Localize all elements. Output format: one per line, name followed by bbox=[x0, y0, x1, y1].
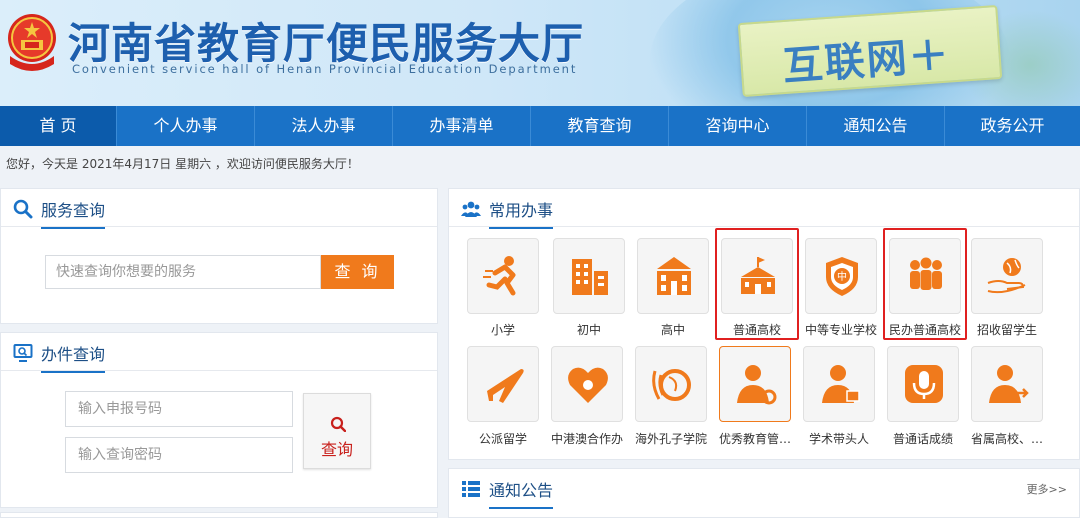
tile-senior-high[interactable] bbox=[637, 238, 709, 314]
case-query-label: 查询 bbox=[320, 440, 353, 459]
tile-label: 优秀教育管… bbox=[718, 432, 791, 446]
nav-personal[interactable]: 个人办事 bbox=[117, 106, 255, 146]
running-child-icon bbox=[483, 256, 516, 296]
person-gear-icon bbox=[737, 365, 777, 405]
svg-text:中: 中 bbox=[837, 270, 847, 283]
nav-notice[interactable]: 通知公告 bbox=[807, 106, 945, 146]
highlight-box bbox=[883, 228, 967, 340]
panel-header: 服务查询 bbox=[1, 189, 437, 229]
panel-header: 常用办事 bbox=[449, 189, 1079, 229]
notice-panel: 通知公告 更多>> bbox=[448, 468, 1080, 518]
highlight-box bbox=[715, 228, 799, 340]
tile-hk-macau-coop[interactable] bbox=[551, 346, 623, 422]
nav-gov-open[interactable]: 政务公开 bbox=[945, 106, 1080, 146]
shield-icon: 中 bbox=[826, 257, 858, 296]
tile-label: 初中 bbox=[576, 323, 601, 337]
national-emblem-icon bbox=[8, 14, 56, 71]
service-search-button[interactable]: 查 询 bbox=[321, 255, 394, 289]
tile-provincial-university[interactable] bbox=[971, 346, 1043, 422]
tile-mandarin-score[interactable] bbox=[887, 346, 959, 422]
search-icon bbox=[330, 416, 346, 432]
case-query-button[interactable]: 查询 bbox=[303, 393, 371, 469]
tile-label: 高中 bbox=[660, 323, 685, 337]
tile-label: 招收留学生 bbox=[976, 323, 1037, 337]
site-subtitle: Convenient service hall of Henan Provinc… bbox=[72, 62, 578, 76]
tile-label: 中等专业学校 bbox=[804, 323, 877, 337]
search-icon bbox=[13, 199, 33, 219]
site-header: 河南省教育厅便民服务大厅 Convenient service hall of … bbox=[0, 0, 1080, 106]
tile-label: 普通话成绩 bbox=[892, 432, 953, 446]
notice-more-link[interactable]: 更多>> bbox=[1027, 481, 1067, 497]
person-book-icon bbox=[822, 365, 860, 403]
panel-title: 服务查询 bbox=[41, 197, 106, 229]
nav-home[interactable]: 首 页 bbox=[0, 106, 117, 146]
airplane-icon bbox=[487, 369, 524, 403]
tile-confucius-institute[interactable] bbox=[635, 346, 707, 422]
globe-hand-icon bbox=[987, 258, 1026, 294]
panel-title: 常用办事 bbox=[489, 197, 554, 229]
school-building-icon bbox=[657, 257, 691, 295]
nav-edu-query[interactable]: 教育查询 bbox=[531, 106, 669, 146]
greeting-text: 您好，今天是 2021年4月17日 星期六 ，欢迎访问便民服务大厅！ bbox=[6, 157, 359, 171]
microphone-icon bbox=[905, 365, 943, 403]
tile-foreign-students[interactable] bbox=[971, 238, 1043, 314]
building-icon bbox=[572, 259, 608, 295]
tile-excellent-education[interactable] bbox=[719, 346, 791, 422]
person-arrow-icon bbox=[989, 365, 1029, 403]
tile-label: 学术带头人 bbox=[808, 432, 869, 446]
monitor-search-icon bbox=[13, 344, 33, 362]
nav-consult[interactable]: 咨询中心 bbox=[669, 106, 807, 146]
nav-legal[interactable]: 法人办事 bbox=[255, 106, 393, 146]
apply-number-input[interactable]: 输入申报号码 bbox=[65, 391, 293, 427]
panel-title: 办件查询 bbox=[41, 341, 106, 373]
next-panel-stub bbox=[0, 512, 438, 518]
main-nav: 首 页 个人办事 法人办事 办事清单 教育查询 咨询中心 通知公告 政务公开 bbox=[0, 106, 1080, 146]
tile-junior-high[interactable] bbox=[553, 238, 625, 314]
case-query-panel: 办件查询 输入申报号码 输入查询密码 查询 bbox=[0, 332, 438, 508]
tile-study-abroad[interactable] bbox=[467, 346, 539, 422]
panel-title: 通知公告 bbox=[489, 477, 554, 509]
tile-label: 省属高校、… bbox=[970, 432, 1043, 446]
tile-primary-school[interactable] bbox=[467, 238, 539, 314]
nav-checklist[interactable]: 办事清单 bbox=[393, 106, 531, 146]
tile-academic-leader[interactable] bbox=[803, 346, 875, 422]
heart-handshake-icon bbox=[568, 367, 608, 403]
tile-label: 小学 bbox=[490, 323, 515, 337]
list-icon bbox=[462, 481, 480, 497]
globe-wave-icon bbox=[652, 369, 691, 401]
panel-header: 办件查询 bbox=[1, 333, 437, 373]
query-password-input[interactable]: 输入查询密码 bbox=[65, 437, 293, 473]
people-icon bbox=[461, 201, 481, 217]
service-query-panel: 服务查询 快速查询你想要的服务 查 询 bbox=[0, 188, 438, 324]
sign-text: 互联网＋ bbox=[781, 32, 953, 91]
tile-label: 海外孔子学院 bbox=[634, 432, 707, 446]
tile-label: 公派留学 bbox=[478, 432, 527, 446]
panel-header: 通知公告 bbox=[449, 469, 1079, 509]
tile-vocational-school[interactable]: 中 bbox=[805, 238, 877, 314]
tile-label: 中港澳合作办 bbox=[550, 432, 623, 446]
service-search-input[interactable]: 快速查询你想要的服务 bbox=[45, 255, 321, 289]
